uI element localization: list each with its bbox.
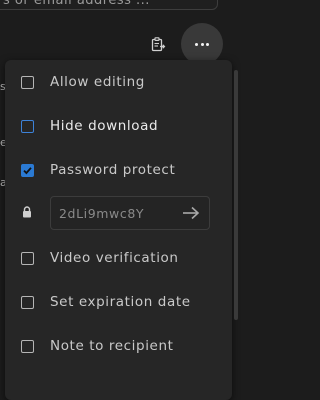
more-options-button[interactable]: [181, 23, 223, 65]
password-row: [5, 195, 232, 231]
menu-item-set-expiration-date[interactable]: Set expiration date: [5, 280, 232, 324]
menu-item-label: Note to recipient: [50, 338, 174, 354]
password-protect-checkbox[interactable]: [21, 163, 34, 177]
allow-editing-checkbox[interactable]: [21, 75, 34, 89]
arrow-right-icon[interactable]: [181, 205, 201, 221]
password-input[interactable]: [59, 206, 169, 221]
menu-item-label: Hide download: [50, 118, 159, 134]
menu-item-allow-editing[interactable]: Allow editing: [5, 60, 232, 104]
menu-item-label: Allow editing: [50, 74, 145, 90]
menu-item-password-protect[interactable]: Password protect: [5, 148, 232, 192]
share-input-placeholder: s or email address ...: [3, 0, 150, 8]
clipboard-copy-icon: [151, 37, 166, 52]
menu-item-label: Password protect: [50, 162, 176, 178]
set-expiration-date-checkbox[interactable]: [21, 295, 34, 309]
menu-item-video-verification[interactable]: Video verification: [5, 236, 232, 280]
video-verification-checkbox[interactable]: [21, 251, 34, 265]
more-horizontal-icon: [195, 42, 209, 46]
menu-item-label: Set expiration date: [50, 294, 191, 310]
menu-item-label: Video verification: [50, 250, 179, 266]
share-recipient-input[interactable]: s or email address ...: [0, 0, 218, 10]
scrollbar-thumb[interactable]: [234, 70, 238, 320]
lock-icon: [23, 206, 31, 218]
note-to-recipient-checkbox[interactable]: [21, 339, 34, 353]
password-field[interactable]: [50, 196, 210, 230]
checkmark-icon: [23, 166, 32, 174]
menu-item-hide-download[interactable]: Hide download: [5, 104, 232, 148]
copy-link-button[interactable]: [147, 33, 169, 55]
menu-item-note-to-recipient[interactable]: Note to recipient: [5, 324, 232, 368]
hide-download-checkbox[interactable]: [21, 119, 34, 133]
share-options-menu: Allow editing Hide download Password pro…: [5, 60, 232, 400]
